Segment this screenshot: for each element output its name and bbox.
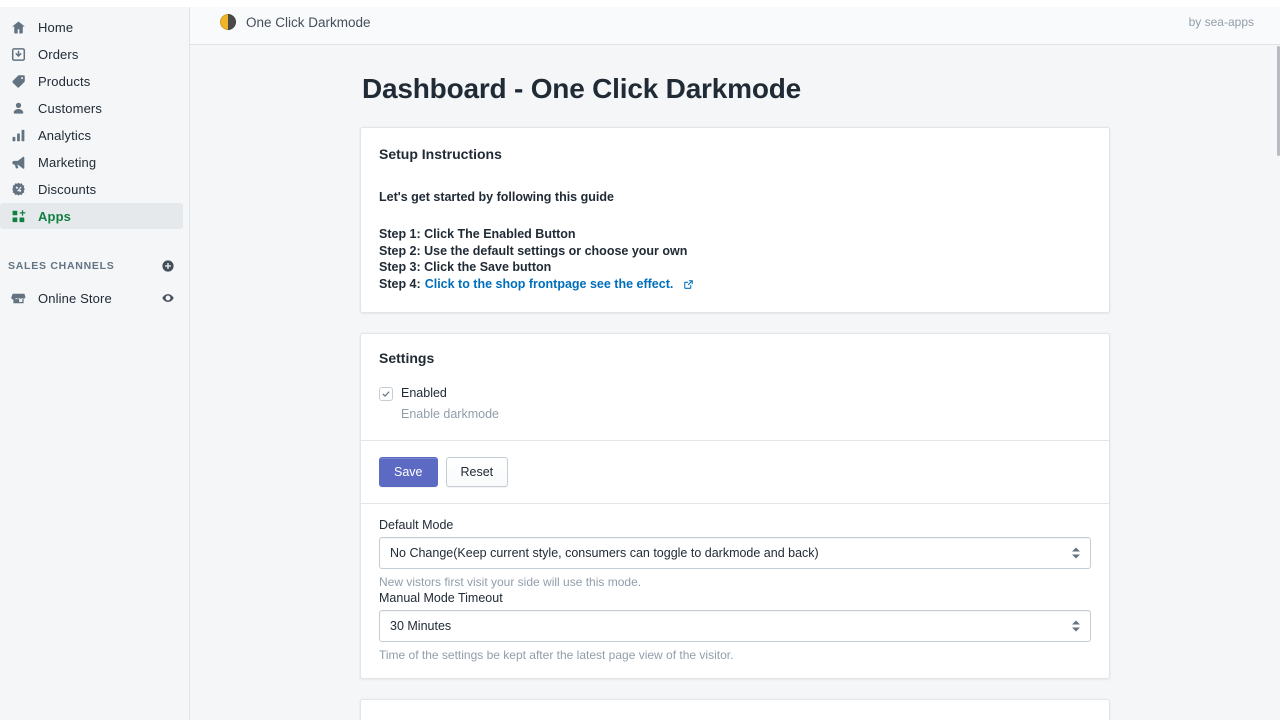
sidebar-item-label: Products: [38, 75, 90, 88]
sidebar-item-online-store[interactable]: Online Store: [0, 285, 189, 311]
sidebar-item-customers[interactable]: Customers: [0, 95, 183, 121]
sidebar-item-label: Discounts: [38, 183, 96, 196]
page-content: Dashboard - One Click Darkmode Setup Ins…: [360, 45, 1110, 720]
app-author: by sea-apps: [1189, 15, 1254, 29]
select-stepper-icon: [1072, 548, 1080, 559]
sidebar-item-label: Orders: [38, 48, 79, 61]
next-card-partial: Appearance Settings: [360, 699, 1110, 720]
default-mode-help: New vistors first visit your side will u…: [379, 575, 1091, 589]
app-title: One Click Darkmode: [246, 15, 371, 30]
reset-button[interactable]: Reset: [446, 457, 509, 487]
setup-step-text: Step 3: Click the Save button: [379, 259, 551, 276]
enabled-checkbox-help: Enable darkmode: [401, 407, 499, 422]
top-white-strip: [0, 0, 1280, 7]
settings-heading: Settings: [379, 350, 1091, 366]
setup-instructions-heading: Setup Instructions: [379, 146, 1091, 162]
sales-channels-title: SALES CHANNELS: [8, 260, 115, 272]
setup-instructions-card: Setup Instructions Let's get started by …: [360, 127, 1110, 313]
enabled-checkbox-text: Enabled Enable darkmode: [401, 386, 499, 422]
sidebar-item-orders[interactable]: Orders: [0, 41, 183, 67]
shopify-admin-app: Home Orders Products Customers Analytics: [0, 0, 1280, 720]
darkmode-half-circle-icon: [220, 14, 236, 30]
sales-channels-section-header: SALES CHANNELS: [0, 257, 189, 275]
main-column: One Click Darkmode by sea-apps Dashboard…: [190, 0, 1280, 720]
sidebar-item-label: Online Store: [38, 292, 161, 305]
sidebar-item-apps[interactable]: Apps: [0, 203, 183, 229]
analytics-bars-icon: [8, 125, 28, 145]
default-mode-value: No Change(Keep current style, consumers …: [390, 546, 819, 560]
manual-mode-timeout-select[interactable]: 30 Minutes: [379, 610, 1091, 642]
sidebar-item-marketing[interactable]: Marketing: [0, 149, 183, 175]
discounts-badge-icon: [8, 179, 28, 199]
sidebar: Home Orders Products Customers Analytics: [0, 0, 190, 720]
checkmark-icon: [381, 389, 391, 399]
setup-step-2: Step 2: Use the default settings or choo…: [379, 243, 1091, 260]
default-mode-select[interactable]: No Change(Keep current style, consumers …: [379, 537, 1091, 569]
settings-action-buttons: Save Reset: [361, 441, 1109, 503]
products-tag-icon: [8, 71, 28, 91]
setup-step-1: Step 1: Click The Enabled Button: [379, 226, 1091, 243]
online-store-icon: [8, 288, 28, 308]
manual-mode-timeout-value: 30 Minutes: [390, 619, 451, 633]
sidebar-item-label: Marketing: [38, 156, 96, 169]
customers-person-icon: [8, 98, 28, 118]
settings-fields-section: Default Mode No Change(Keep current styl…: [361, 504, 1109, 678]
sidebar-item-home[interactable]: Home: [0, 14, 183, 40]
sidebar-item-discounts[interactable]: Discounts: [0, 176, 183, 202]
home-icon: [8, 17, 28, 37]
setup-step-4: Step 4: Click to the shop frontpage see …: [379, 276, 1091, 293]
setup-step-text: Step 1: Click The Enabled Button: [379, 226, 576, 243]
enabled-checkbox-label: Enabled: [401, 386, 499, 401]
apps-grid-icon: [8, 206, 28, 226]
sidebar-item-analytics[interactable]: Analytics: [0, 122, 183, 148]
app-brand: One Click Darkmode: [220, 14, 371, 30]
orders-icon: [8, 44, 28, 64]
sidebar-item-products[interactable]: Products: [0, 68, 183, 94]
setup-guide-lead: Let's get started by following this guid…: [379, 190, 1091, 204]
manual-mode-timeout-help: Time of the settings be kept after the l…: [379, 648, 1091, 662]
setup-step-text: Step 4:: [379, 276, 421, 293]
setup-instructions-body: Setup Instructions Let's get started by …: [361, 128, 1109, 312]
setup-step-text: Step 2: Use the default settings or choo…: [379, 243, 687, 260]
settings-card: Settings Enabled Enable darkmode: [360, 333, 1110, 679]
eye-icon[interactable]: [161, 291, 175, 305]
enabled-checkbox[interactable]: [379, 387, 393, 401]
manual-mode-timeout-label: Manual Mode Timeout: [379, 591, 1091, 605]
sidebar-item-label: Apps: [38, 210, 71, 223]
plus-circle-icon[interactable]: [161, 259, 175, 273]
sidebar-item-label: Analytics: [38, 129, 91, 142]
page-title: Dashboard - One Click Darkmode: [360, 73, 1110, 105]
default-mode-label: Default Mode: [379, 518, 1091, 532]
settings-card-body: Settings Enabled Enable darkmode: [361, 334, 1109, 440]
setup-step-3: Step 3: Click the Save button: [379, 259, 1091, 276]
manual-mode-timeout-field: Manual Mode Timeout 30 Minutes Time of t…: [379, 591, 1091, 662]
external-link-icon[interactable]: [683, 279, 694, 290]
marketing-megaphone-icon: [8, 152, 28, 172]
select-stepper-icon: [1072, 621, 1080, 632]
sidebar-item-label: Home: [38, 21, 73, 34]
sidebar-item-label: Customers: [38, 102, 102, 115]
save-button[interactable]: Save: [379, 457, 438, 487]
enabled-checkbox-row[interactable]: Enabled Enable darkmode: [379, 386, 1091, 422]
shop-frontpage-link[interactable]: Click to the shop frontpage see the effe…: [425, 276, 674, 293]
default-mode-field: Default Mode No Change(Keep current styl…: [379, 518, 1091, 589]
page-scroll-area[interactable]: Dashboard - One Click Darkmode Setup Ins…: [190, 45, 1280, 720]
